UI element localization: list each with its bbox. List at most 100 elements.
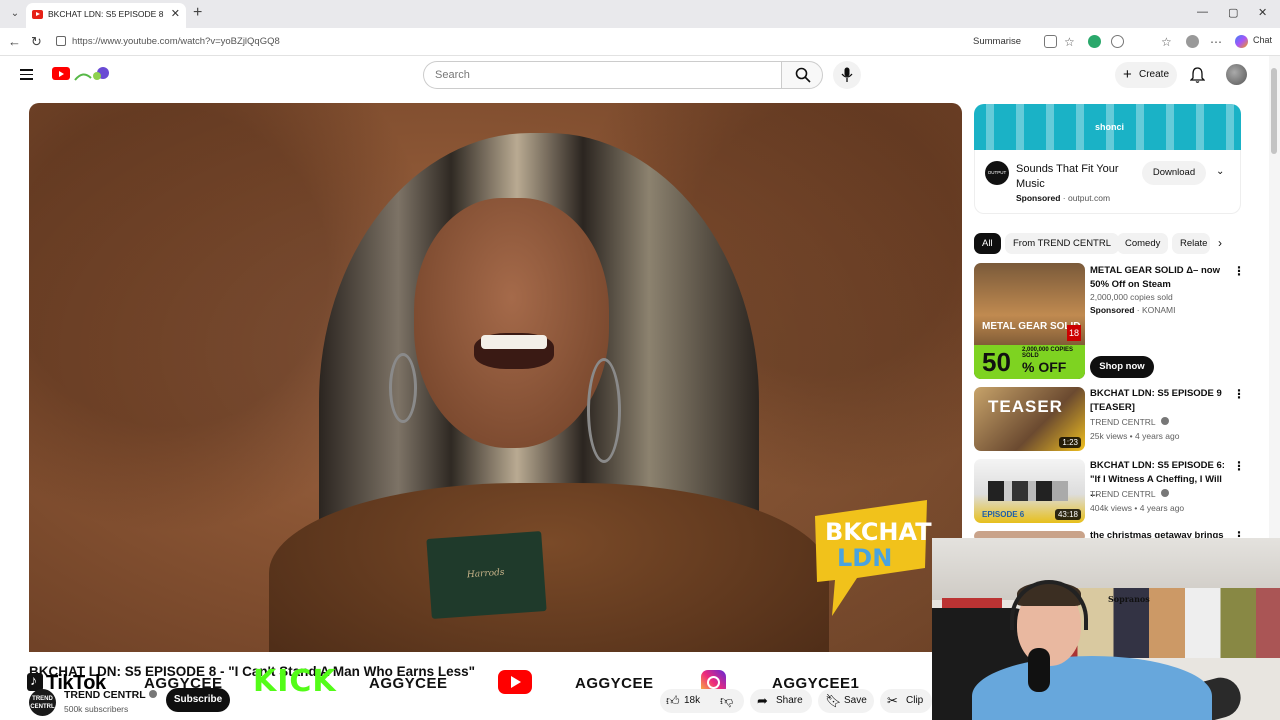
video-duration: 43:18 <box>1054 509 1081 520</box>
sync-icon[interactable] <box>1111 35 1124 48</box>
ad-sponsored-label: Sponsored <box>1016 193 1061 203</box>
search-field[interactable] <box>423 61 781 89</box>
profile-icon[interactable] <box>1186 35 1199 48</box>
verified-icon <box>1160 417 1169 425</box>
more-menu-icon[interactable]: ⋯ <box>1210 35 1223 49</box>
webcam-overlay: Sopranos <box>932 538 1280 720</box>
channel-name[interactable]: TREND CENTRL <box>64 689 157 701</box>
video-subject-jacket <box>269 483 829 652</box>
subscribe-button[interactable]: Subscribe <box>166 688 230 712</box>
watermark-line1: BKCHAT <box>825 518 932 546</box>
verified-icon <box>1160 489 1169 497</box>
chip-related[interactable]: Relate <box>1172 233 1210 254</box>
favorites-icon[interactable]: ☆ <box>1161 35 1174 49</box>
channel-avatar[interactable]: TREND CENTRL <box>29 689 56 716</box>
subscriber-count: 500k subscribers <box>64 704 129 714</box>
save-button[interactable]: 🔖︎ Save <box>818 689 874 713</box>
card-text: Harrods <box>466 567 505 581</box>
mic-icon <box>841 67 853 82</box>
rec-meta: 404k views • 4 years ago <box>1090 503 1185 513</box>
discount-banner: 50 % OFF 2,000,000 COPIES SOLD <box>974 345 1085 379</box>
youtube-handle: AGGYCEE <box>575 675 654 692</box>
watermark-line2: LDN <box>837 544 892 572</box>
chip-all[interactable]: All <box>974 233 1001 254</box>
rec-meta: 2,000,000 copies sold <box>1090 292 1173 302</box>
chip-comedy[interactable]: Comedy <box>1117 233 1169 254</box>
thumb-episode-text: EPISODE 6 <box>982 510 1025 519</box>
maximize-button[interactable]: ▢ <box>1228 6 1238 19</box>
tab-title: BKCHAT LDN: S5 EPISODE 8 - "I Ca <box>48 9 166 19</box>
youtube-logo-icon[interactable] <box>52 67 70 80</box>
earring-right <box>587 358 621 463</box>
summarise-button[interactable]: Summarise <box>973 36 1021 47</box>
thumbs-down-icon[interactable]: 👎︎ <box>720 689 733 713</box>
rec-thumbnail-teaser[interactable]: TEASER 1:23 <box>974 387 1085 451</box>
share-button[interactable]: ➦ Share <box>750 689 812 713</box>
menu-icon[interactable] <box>20 69 33 80</box>
rec-thumbnail-episode6[interactable]: EPISODE 6 43:18 <box>974 459 1085 523</box>
clip-label: Clip <box>906 695 924 706</box>
thumb-people <box>988 481 1068 501</box>
chip-from-channel[interactable]: From TREND CENTRL <box>1005 233 1119 254</box>
url-field[interactable]: https://www.youtube.com/watch?v=yoBZjlQq… <box>72 36 280 47</box>
site-info-icon[interactable] <box>56 36 66 46</box>
bkchat-ldn-watermark-logo: BKCHAT LDN <box>815 500 932 616</box>
plus-icon: + <box>1123 66 1132 83</box>
more-options-icon[interactable]: ⋮ <box>1233 459 1245 473</box>
ad-advertiser-logo[interactable]: OUTPUT <box>985 161 1009 185</box>
account-avatar[interactable] <box>1226 64 1247 85</box>
shop-now-button[interactable]: Shop now <box>1090 356 1154 378</box>
new-tab-button[interactable]: + <box>193 4 202 22</box>
video-player[interactable]: Harrods BKCHAT LDN <box>29 103 962 652</box>
more-options-icon[interactable]: ⋮ <box>1233 387 1245 401</box>
chevron-down-icon[interactable]: ⌄ <box>1216 166 1224 177</box>
video-subject-face <box>414 198 609 448</box>
bell-icon[interactable] <box>1190 67 1205 83</box>
thumb-game-logo: METAL GEAR SOLID <box>982 321 1081 332</box>
share-icon: ➦ <box>757 693 768 708</box>
ad-sponsored-line: Sponsored · output.com <box>1016 193 1111 203</box>
tab-close-icon[interactable]: ✕ <box>171 7 180 20</box>
rec-title[interactable]: METAL GEAR SOLID Δ– now 50% Off on Steam <box>1090 264 1225 292</box>
browser-tab-active[interactable]: BKCHAT LDN: S5 EPISODE 8 - "I Ca ✕ <box>26 3 186 28</box>
copies-sold-badge: 2,000,000 COPIES SOLD <box>1022 347 1074 359</box>
rec-channel: TREND CENTRL <box>1090 489 1169 499</box>
clip-button[interactable]: ✂ Clip <box>880 689 932 713</box>
ad-title[interactable]: Sounds That Fit Your Music <box>1016 162 1136 192</box>
voice-search-button[interactable] <box>833 61 861 89</box>
close-window-button[interactable]: ✕ <box>1258 6 1267 19</box>
ad-domain: output.com <box>1067 193 1111 203</box>
ad-banner-brand: shonci <box>1095 122 1125 132</box>
download-button[interactable]: Download <box>1142 161 1206 185</box>
extension-icon[interactable] <box>1088 35 1101 48</box>
reload-icon[interactable]: ↻ <box>31 34 42 50</box>
save-label: Save <box>844 695 867 706</box>
split-screen-icon[interactable] <box>1044 35 1057 48</box>
rec-sponsored-label: Sponsored <box>1090 305 1135 315</box>
doodle-logo-icon[interactable] <box>73 66 111 84</box>
like-count[interactable]: 18k <box>684 689 700 713</box>
ad-banner-image[interactable]: shonci <box>974 104 1241 150</box>
minimize-button[interactable]: — <box>1197 6 1208 18</box>
scrollbar-thumb[interactable] <box>1271 68 1277 154</box>
copilot-icon[interactable] <box>1235 35 1248 48</box>
browser-tab-strip: ⌄ BKCHAT LDN: S5 EPISODE 8 - "I Ca ✕ + —… <box>0 0 1280 28</box>
discount-number: 50 <box>982 347 1011 377</box>
kick-handle: AGGYCEE <box>369 675 448 692</box>
create-button[interactable]: + Create <box>1115 62 1177 88</box>
chevron-right-icon[interactable]: › <box>1218 236 1222 250</box>
rec-thumbnail-metal-gear[interactable]: METAL GEAR SOLID 18 50 % OFF 2,000,000 C… <box>974 263 1085 379</box>
back-arrow-icon[interactable]: ← <box>8 34 21 49</box>
harrods-card: Harrods <box>426 531 547 619</box>
search-button[interactable] <box>781 61 823 89</box>
search-input[interactable] <box>424 62 781 88</box>
rec-title[interactable]: BKCHAT LDN: S5 EPISODE 9 [TEASER] <box>1090 387 1225 415</box>
video-subject-teeth <box>481 335 547 349</box>
chat-button[interactable]: Chat <box>1253 35 1272 45</box>
thumbs-up-icon[interactable]: 👍︎ <box>666 689 680 713</box>
favorite-star-icon[interactable]: ☆ <box>1064 35 1077 49</box>
youtube-favicon-icon <box>32 10 43 19</box>
share-label: Share <box>776 695 803 706</box>
more-options-icon[interactable]: ⋮ <box>1233 264 1245 278</box>
tab-actions-chevron-icon[interactable]: ⌄ <box>6 6 24 22</box>
